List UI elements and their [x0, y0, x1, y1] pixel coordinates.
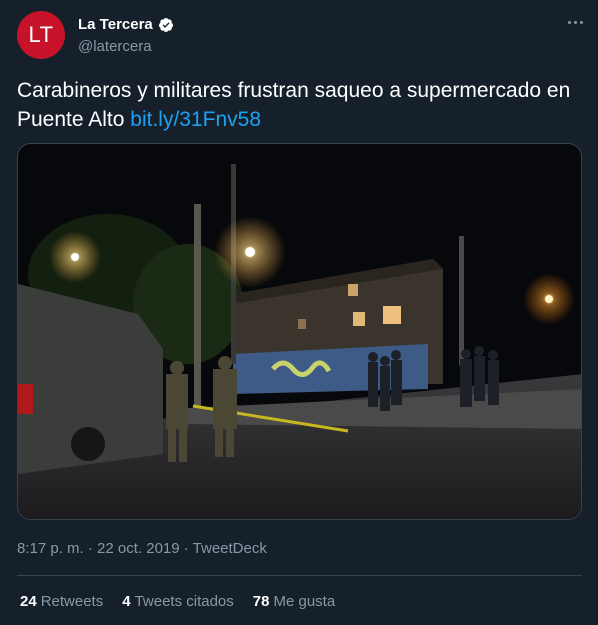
stats-divider: [17, 575, 582, 576]
tweet-timestamp-source[interactable]: 8:17 p. m. · 22 oct. 2019 · TweetDeck: [17, 540, 267, 557]
quote-tweets-stat[interactable]: 4 Tweets citados: [122, 593, 234, 610]
retweets-label: Retweets: [40, 593, 104, 610]
more-options-icon[interactable]: [565, 17, 585, 27]
tweet-photo[interactable]: [17, 143, 582, 520]
quote-tweets-label: Tweets citados: [134, 593, 234, 610]
tweet-card: LT La Tercera @latercera Carabineros y m…: [0, 0, 598, 625]
avatar[interactable]: LT: [17, 11, 65, 59]
tweet-link[interactable]: bit.ly/31Fnv58: [130, 108, 261, 131]
author-handle[interactable]: @latercera: [78, 38, 152, 55]
retweets-count: 24: [20, 593, 37, 610]
likes-count: 78: [252, 593, 270, 610]
author-name-row[interactable]: La Tercera: [78, 16, 174, 33]
avatar-logo-text: LT: [28, 22, 54, 47]
quote-tweets-count: 4: [122, 593, 131, 610]
author-display-name[interactable]: La Tercera: [78, 16, 153, 33]
tweet-text: Carabineros y militares frustran saqueo …: [17, 76, 585, 134]
tweet-body: Carabineros y militares frustran saqueo …: [17, 79, 571, 131]
tweet-header: LT La Tercera @latercera: [17, 11, 585, 59]
tweet-stats: 24 Retweets 4 Tweets citados 78 Me gusta: [20, 593, 335, 610]
retweets-stat[interactable]: 24 Retweets: [20, 593, 103, 610]
likes-stat[interactable]: 78 Me gusta: [253, 593, 335, 610]
verified-badge-icon: [158, 17, 174, 33]
likes-label: Me gusta: [273, 593, 336, 610]
